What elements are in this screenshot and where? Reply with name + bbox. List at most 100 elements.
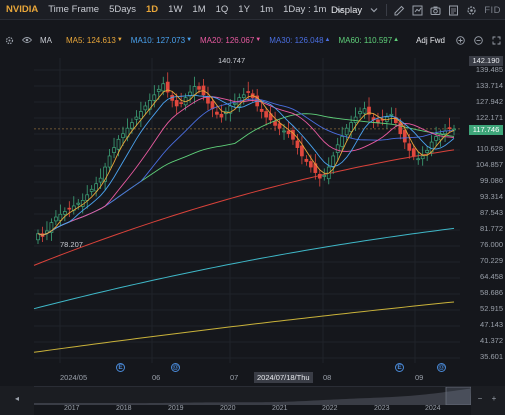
- display-button[interactable]: Display: [328, 5, 365, 16]
- candle-body: [264, 111, 268, 118]
- top-toolbar: NVIDIA Time Frame 5Days 1D 1W 1M 1Q 1Y 1…: [0, 0, 505, 20]
- candle-body: [349, 122, 353, 132]
- ma10-name: MA10: [130, 35, 152, 45]
- interval-selector[interactable]: 1Day : 1m: [278, 0, 331, 20]
- settings-icon[interactable]: [465, 4, 477, 16]
- nav-year-2021: 2021: [272, 405, 288, 412]
- minus-indicator-icon[interactable]: [472, 34, 484, 46]
- ma5-name: MA5: [66, 35, 83, 45]
- stock-chart-window: NVIDIA Time Frame 5Days 1D 1W 1M 1Q 1Y 1…: [0, 0, 505, 415]
- period-1y[interactable]: 1Y: [233, 0, 255, 20]
- candle-body: [376, 119, 380, 123]
- nav-year-2018: 2018: [116, 405, 132, 412]
- period-5days[interactable]: 5Days: [104, 0, 141, 20]
- candle-body: [197, 86, 201, 90]
- camera-icon[interactable]: [429, 4, 441, 16]
- candle-body: [67, 207, 72, 210]
- candle-body: [340, 136, 345, 147]
- nav-year-2022: 2022: [322, 405, 338, 412]
- draw-icon[interactable]: [393, 4, 405, 16]
- ma30-trend-icon: ▲: [324, 37, 331, 43]
- price-tick-8: 93.314: [480, 192, 503, 201]
- date-label-may: 2024/05: [60, 373, 88, 382]
- expand-icon[interactable]: [490, 34, 502, 46]
- price-tick-15: 52.915: [480, 304, 503, 313]
- nav-year-2020: 2020: [220, 405, 236, 412]
- navigator-area-fill: [34, 388, 471, 405]
- candle-body: [112, 147, 116, 153]
- price-tick-10: 81.772: [480, 224, 503, 233]
- scroll-left-icon[interactable]: ◂: [12, 394, 22, 404]
- period-1q[interactable]: 1Q: [211, 0, 234, 20]
- candle-body: [156, 88, 161, 92]
- symbol-name[interactable]: NVIDIA: [0, 0, 43, 20]
- add-indicator-icon[interactable]: [454, 34, 466, 46]
- dividend-event-icon-2[interactable]: @: [437, 363, 446, 372]
- candle-body: [447, 127, 452, 129]
- navigator-window-handle[interactable]: [445, 386, 472, 406]
- candle-body: [407, 143, 412, 151]
- price-tick-11: 76.000: [480, 240, 503, 249]
- candle-body: [107, 155, 112, 168]
- candle-body: [36, 233, 40, 241]
- candlestick-chart[interactable]: 142.190 139.485 133.714 127.942 122.171 …: [0, 48, 505, 383]
- period-1m[interactable]: 1M: [187, 0, 210, 20]
- candle-body: [402, 130, 407, 143]
- adjust-forward-toggle[interactable]: Adj Fwd: [416, 36, 445, 45]
- nav-year-2017: 2017: [64, 405, 80, 412]
- candle-body: [425, 150, 430, 153]
- dividend-event-icon[interactable]: @: [171, 363, 180, 372]
- candle-body: [335, 144, 340, 153]
- price-tick-1: 133.714: [475, 81, 503, 90]
- candle-body: [219, 113, 224, 118]
- candle-body: [143, 105, 148, 111]
- zoom-in-icon[interactable]: +: [489, 394, 499, 404]
- period-1w[interactable]: 1W: [163, 0, 187, 20]
- candle-body: [139, 111, 143, 120]
- candle-body: [434, 136, 438, 141]
- period-1min[interactable]: 1m: [255, 0, 278, 20]
- candle-body: [286, 130, 291, 135]
- candle-body: [389, 113, 394, 116]
- earnings-event-icon-2[interactable]: E: [395, 363, 404, 372]
- compare-icon[interactable]: [411, 4, 423, 16]
- date-label-jul: 07: [230, 373, 239, 382]
- ma-row-right: Adj Fwd: [416, 33, 505, 47]
- eye-icon[interactable]: [21, 34, 33, 46]
- crosshair-date-label: 2024/07/18/Thu: [254, 372, 313, 383]
- ma60-trend-icon: ▲: [393, 37, 400, 43]
- candle-body: [116, 138, 121, 150]
- chart-canvas[interactable]: [0, 48, 505, 383]
- candle-body: [89, 188, 94, 192]
- price-tick-18: 35.601: [480, 352, 503, 361]
- candle-body: [161, 83, 166, 92]
- navigator-area-chart[interactable]: [34, 386, 472, 406]
- candle-body: [273, 121, 277, 126]
- ma60-legend: MA60: 110.597 ▲: [338, 35, 400, 45]
- candle-body: [358, 111, 362, 115]
- zoom-out-icon[interactable]: −: [475, 394, 485, 404]
- candle-body: [411, 148, 416, 157]
- candle-body: [152, 94, 157, 101]
- fid-button[interactable]: FID: [480, 5, 505, 16]
- date-label-jun: 06: [152, 373, 161, 382]
- price-tick-9: 87.543: [480, 208, 503, 217]
- note-icon[interactable]: [447, 4, 459, 16]
- earnings-event-icon[interactable]: E: [116, 363, 125, 372]
- navigator-overview[interactable]: [34, 386, 472, 406]
- candle-body: [304, 158, 309, 162]
- price-tick-12: 70.229: [480, 256, 503, 265]
- candle-body: [134, 116, 139, 120]
- date-label-sep: 09: [415, 373, 424, 382]
- navigator-year-axis: 2017 2018 2019 2020 2021 2022 2023 2024: [0, 404, 505, 415]
- gear-icon[interactable]: [3, 34, 15, 46]
- period-1d[interactable]: 1D: [141, 0, 163, 20]
- ma10-trend-icon: ▼: [186, 37, 193, 43]
- ma-indicator-label[interactable]: MA: [40, 36, 52, 45]
- candle-body: [121, 133, 125, 138]
- price-tick-7: 99.086: [480, 176, 503, 185]
- display-chevron-icon[interactable]: [368, 4, 380, 16]
- price-tick-5: 110.628: [476, 144, 503, 153]
- candle-body: [317, 173, 322, 179]
- toolbar-divider: [386, 4, 388, 16]
